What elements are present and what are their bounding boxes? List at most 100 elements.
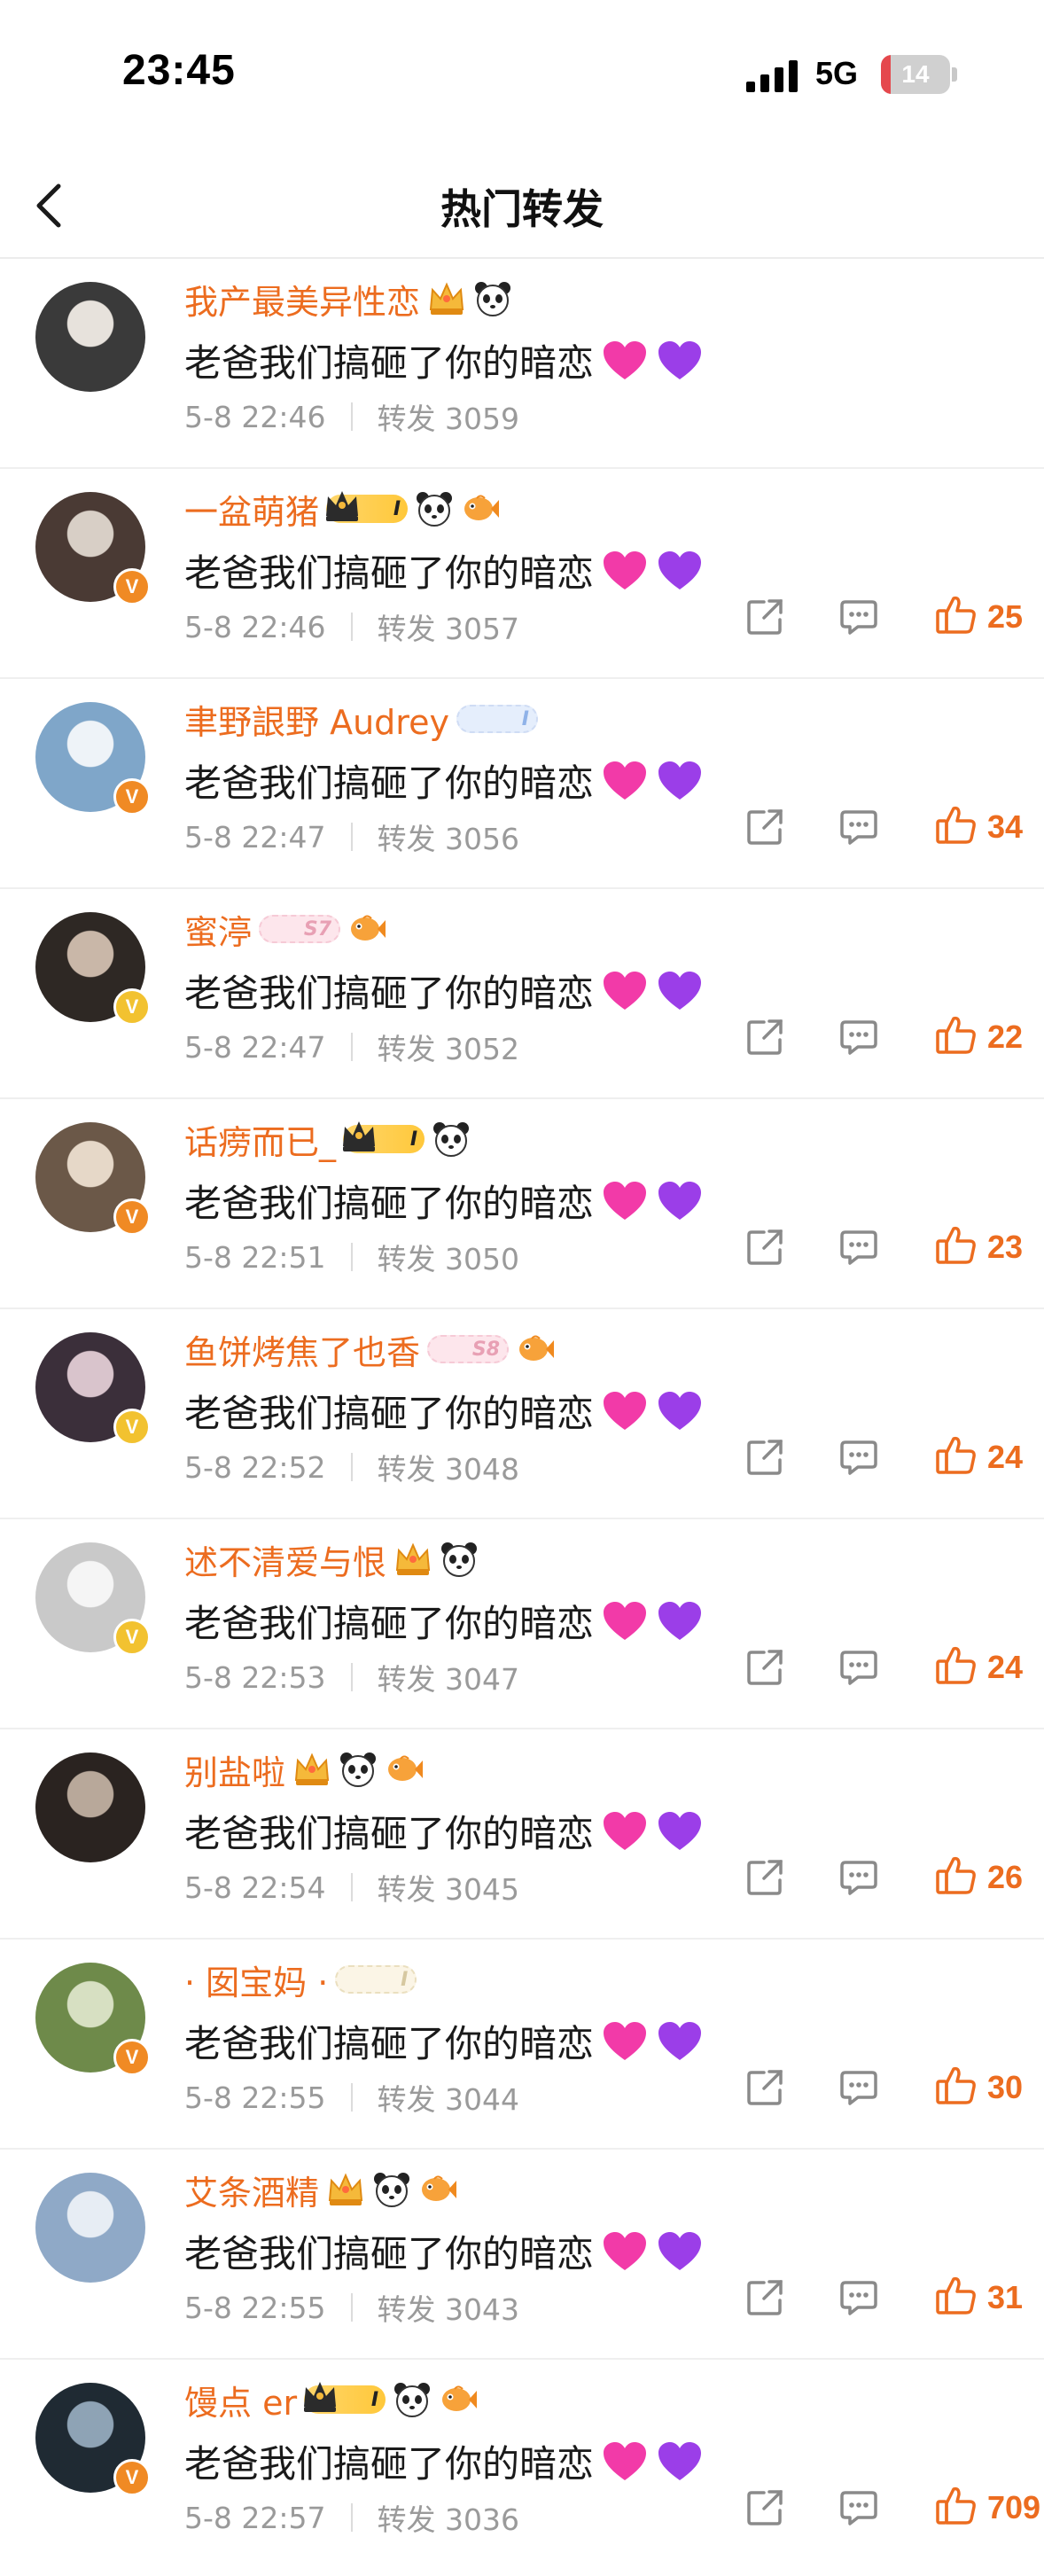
username[interactable]: 艾条酒精 (184, 2166, 319, 2214)
list-item[interactable]: V 一盆萌猪 I 老爸我们搞砸了你的暗恋 5-8 22:46 转发 3057 2… (0, 469, 1044, 679)
thumbs-up-icon[interactable] (934, 1013, 978, 1058)
share-icon[interactable] (744, 1437, 785, 1478)
name-row: 话痨而已_ I (184, 1115, 471, 1163)
panda-icon (394, 2383, 431, 2417)
share-icon[interactable] (744, 1647, 785, 1688)
username[interactable]: 我产最美异性恋 (184, 275, 420, 324)
comment-icon[interactable] (838, 1437, 879, 1478)
pink-heart-icon (604, 761, 647, 800)
thumbs-up-icon[interactable] (934, 593, 978, 637)
status-bar: 23:45 5G 14 (0, 0, 1044, 156)
comment-icon[interactable] (838, 807, 879, 847)
repost-text: 老爸我们搞砸了你的暗恋 (184, 972, 595, 1015)
crown-icon (328, 2173, 363, 2205)
username[interactable]: · 囡宝妈 · (184, 1955, 328, 2004)
crown-icon (343, 1121, 376, 1151)
share-icon[interactable] (744, 2277, 785, 2318)
like-count[interactable]: 34 (987, 808, 1023, 846)
crown-icon (304, 2382, 337, 2412)
comment-icon[interactable] (838, 2277, 879, 2318)
thumbs-up-icon[interactable] (934, 1433, 978, 1478)
list-item[interactable]: 艾条酒精 老爸我们搞砸了你的暗恋 5-8 22:55 转发 3043 31 (0, 2150, 1044, 2360)
meta-row: 5-8 22:46 转发 3059 (184, 395, 519, 438)
like-count[interactable]: 26 (987, 1859, 1023, 1896)
crown-icon (429, 282, 464, 315)
comment-icon[interactable] (838, 1017, 879, 1058)
panda-icon (417, 492, 453, 527)
like-count[interactable]: 25 (987, 598, 1023, 636)
share-icon[interactable] (744, 1857, 785, 1898)
username[interactable]: 聿野詪野 Audrey (184, 695, 449, 744)
like-count[interactable]: 23 (987, 1229, 1023, 1266)
thumbs-up-icon[interactable] (934, 2484, 978, 2528)
username[interactable]: 鱼饼烤焦了也香 (184, 1325, 420, 1374)
avatar[interactable] (35, 1752, 145, 1862)
username[interactable]: 述不清爱与恨 (184, 1535, 386, 1584)
pink-heart-icon (604, 340, 647, 379)
share-icon[interactable] (744, 597, 785, 637)
username[interactable]: 别盐啦 (184, 1745, 285, 1794)
battery-icon: 14 (881, 55, 950, 94)
list-item[interactable]: V 馒点 er I 老爸我们搞砸了你的暗恋 5-8 22:57 转发 3036 … (0, 2360, 1044, 2568)
purple-heart-icon (658, 550, 702, 589)
repost-text-row: 老爸我们搞砸了你的暗恋 (184, 2434, 704, 2488)
repost-date: 5-8 22:53 (184, 1659, 326, 1695)
thumbs-up-icon[interactable] (934, 2064, 978, 2108)
list-item[interactable]: V 蜜渟 S7 老爸我们搞砸了你的暗恋 5-8 22:47 转发 3052 22 (0, 889, 1044, 1099)
comment-icon[interactable] (838, 1857, 879, 1898)
divider (350, 613, 353, 641)
thumbs-up-icon[interactable] (934, 1223, 978, 1268)
name-row: 别盐啦 (184, 1745, 424, 1793)
level-badge: I (304, 2382, 386, 2414)
username[interactable]: 话痨而已_ (184, 1115, 336, 1164)
username[interactable]: 馒点 er (184, 2376, 297, 2424)
comment-icon[interactable] (838, 2487, 879, 2528)
thumbs-up-icon[interactable] (934, 803, 978, 847)
divider (350, 823, 353, 851)
thumbs-up-icon[interactable] (934, 1643, 978, 1688)
thumbs-up-icon[interactable] (934, 2274, 978, 2318)
share-icon[interactable] (744, 2487, 785, 2528)
like-count[interactable]: 31 (987, 2279, 1023, 2316)
list-item[interactable]: V 述不清爱与恨 老爸我们搞砸了你的暗恋 5-8 22:53 转发 3047 2… (0, 1519, 1044, 1729)
share-icon[interactable] (744, 807, 785, 847)
avatar[interactable] (35, 2173, 145, 2283)
level-badge: I (335, 1965, 417, 1994)
share-icon[interactable] (744, 1227, 785, 1268)
page-title: 热门转发 (440, 185, 604, 233)
action-bar: 22 (707, 1013, 1044, 1066)
username[interactable]: 一盆萌猪 (184, 485, 319, 534)
thumbs-up-icon[interactable] (934, 1854, 978, 1898)
like-count[interactable]: 709 (987, 2489, 1040, 2526)
list-item[interactable]: V 鱼饼烤焦了也香 S8 老爸我们搞砸了你的暗恋 5-8 22:52 转发 30… (0, 1309, 1044, 1519)
repost-text-row: 老爸我们搞砸了你的暗恋 (184, 964, 704, 1018)
action-bar: 31 (707, 2274, 1044, 2327)
purple-heart-icon (658, 1811, 702, 1850)
comment-icon[interactable] (838, 1647, 879, 1688)
repost-count: 转发 3045 (377, 1872, 519, 1907)
share-icon[interactable] (744, 1017, 785, 1058)
share-icon[interactable] (744, 2067, 785, 2108)
list-item[interactable]: 我产最美异性恋 老爸我们搞砸了你的暗恋 5-8 22:46 转发 3059 (0, 259, 1044, 469)
comment-icon[interactable] (838, 597, 879, 637)
crown-icon (395, 1542, 431, 1575)
like-count[interactable]: 24 (987, 1649, 1023, 1686)
divider (350, 2293, 353, 2322)
list-item[interactable]: V 聿野詪野 Audrey I 老爸我们搞砸了你的暗恋 5-8 22:47 转发… (0, 679, 1044, 889)
list-item[interactable]: 别盐啦 老爸我们搞砸了你的暗恋 5-8 22:54 转发 3045 26 (0, 1729, 1044, 1940)
repost-date: 5-8 22:54 (184, 1870, 326, 1905)
username[interactable]: 蜜渟 (184, 905, 252, 954)
avatar[interactable] (35, 282, 145, 392)
repost-count: 转发 3036 (377, 2502, 519, 2537)
like-count[interactable]: 22 (987, 1019, 1023, 1056)
like-count[interactable]: 24 (987, 1439, 1023, 1476)
battery-cap (952, 67, 957, 82)
like-count[interactable]: 30 (987, 2069, 1023, 2106)
panda-icon (340, 1752, 377, 1787)
comment-icon[interactable] (838, 1227, 879, 1268)
list-item[interactable]: V · 囡宝妈 · I 老爸我们搞砸了你的暗恋 5-8 22:55 转发 304… (0, 1940, 1044, 2150)
comment-icon[interactable] (838, 2067, 879, 2108)
list-item[interactable]: V 话痨而已_ I 老爸我们搞砸了你的暗恋 5-8 22:51 转发 3050 … (0, 1099, 1044, 1309)
repost-text-row: 老爸我们搞砸了你的暗恋 (184, 2014, 704, 2068)
fish-icon (422, 2175, 457, 2201)
